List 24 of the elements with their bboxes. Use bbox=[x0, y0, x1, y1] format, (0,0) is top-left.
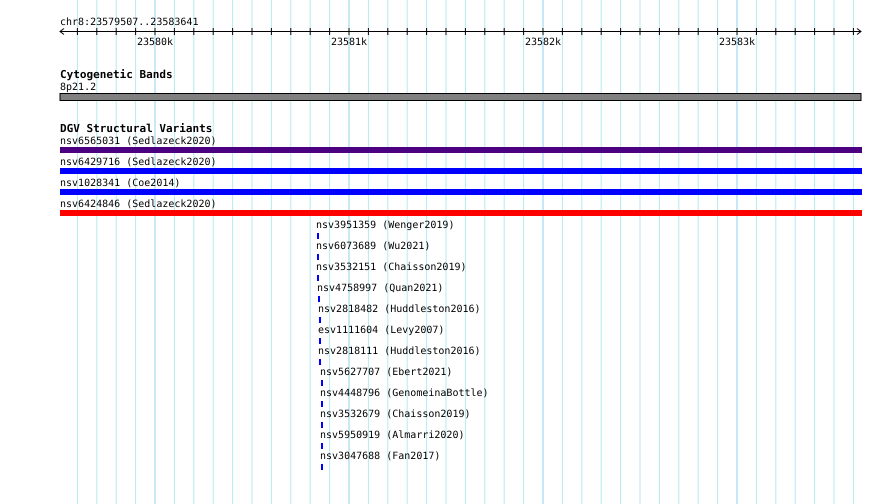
variant-label: nsv1028341 (Coe2014) bbox=[60, 178, 180, 189]
axis-tick-label: 23580k bbox=[136, 37, 174, 48]
variant-label: nsv5627707 (Ebert2021) bbox=[320, 367, 452, 378]
variant-label: nsv6073689 (Wu2021) bbox=[316, 241, 430, 252]
variant-label: nsv3532679 (Chaisson2019) bbox=[320, 409, 471, 420]
variant-label: nsv6424846 (Sedlazeck2020) bbox=[60, 199, 217, 210]
track-title: DGV Structural Variants bbox=[60, 122, 212, 135]
variant-label: nsv2818111 (Huddleston2016) bbox=[318, 346, 481, 357]
axis-tick-label: 23581k bbox=[330, 37, 368, 48]
position-label: chr8:23579507..23583641 bbox=[60, 17, 198, 28]
axis-tick-label: 23583k bbox=[718, 37, 756, 48]
variant-label: nsv2818482 (Huddleston2016) bbox=[318, 304, 481, 315]
variant-label: nsv5950919 (Almarri2020) bbox=[320, 430, 464, 441]
track-title: Cytogenetic Bands bbox=[60, 68, 173, 81]
variant-label: nsv4448796 (GenomeinaBottle) bbox=[320, 388, 489, 399]
axis-tick-label: 23582k bbox=[524, 37, 562, 48]
variant-label: nsv3951359 (Wenger2019) bbox=[316, 220, 454, 231]
variant-label: esv1111604 (Levy2007) bbox=[318, 325, 444, 336]
variant-label: nsv3532151 (Chaisson2019) bbox=[316, 262, 467, 273]
variant-label: nsv6565031 (Sedlazeck2020) bbox=[60, 136, 217, 147]
variant-label: nsv4758997 (Quan2021) bbox=[317, 283, 444, 294]
band-label: 8p21.2 bbox=[60, 82, 96, 93]
variant-label: nsv6429716 (Sedlazeck2020) bbox=[60, 157, 217, 168]
variant-label: nsv3047688 (Fan2017) bbox=[320, 451, 440, 462]
